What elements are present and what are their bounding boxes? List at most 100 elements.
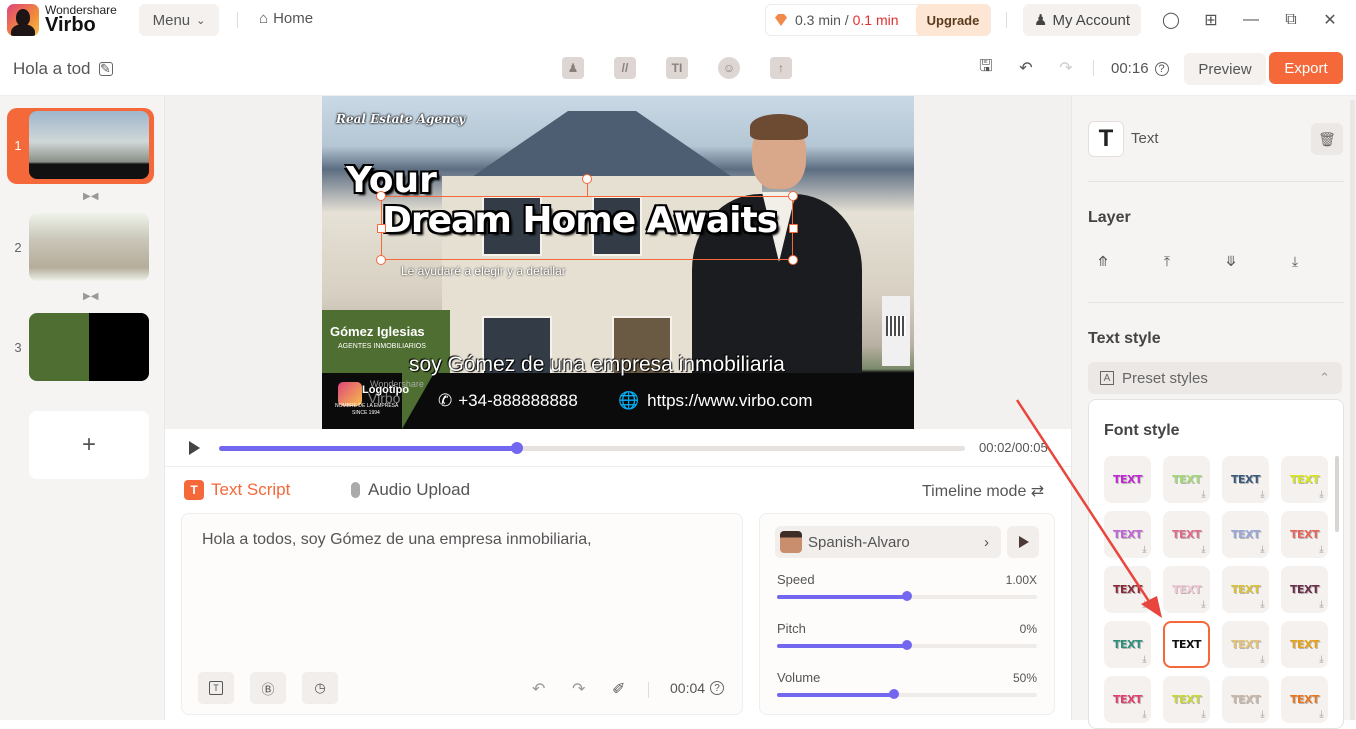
agency-label[interactable]: Real Estate Agency — [336, 112, 465, 126]
upload-icon[interactable]: ↑ — [770, 57, 792, 79]
tab-audio-upload[interactable]: Audio Upload — [351, 480, 470, 500]
insert-text-button[interactable]: T — [198, 672, 234, 704]
upgrade-button[interactable]: Upgrade — [916, 4, 990, 36]
font-style-tile[interactable]: TEXT ⤓ — [1222, 676, 1269, 723]
timeline-mode-toggle[interactable]: Timeline mode ⇄ — [922, 481, 1044, 501]
script-text[interactable]: Hola a todos, soy Gómez de una empresa i… — [202, 531, 592, 549]
font-style-tile[interactable]: TEXT ⤓ — [1163, 456, 1210, 503]
selection-box[interactable] — [381, 196, 793, 260]
text-icon[interactable]: TI — [666, 57, 688, 79]
pitch-slider[interactable] — [777, 640, 1037, 650]
font-style-tile[interactable]: TEXT ⤓ — [1104, 566, 1151, 613]
script-duration-value: 00:04 — [670, 680, 706, 696]
play-icon[interactable] — [189, 441, 200, 455]
rotate-handle[interactable] — [582, 174, 592, 184]
font-style-tile[interactable]: TEXT ⤓ — [1163, 566, 1210, 613]
slide-item-3[interactable]: 3 — [7, 310, 154, 386]
slider-knob[interactable] — [902, 591, 912, 601]
redo-icon[interactable]: ↷ — [1056, 58, 1076, 78]
font-style-tile[interactable]: TEXT ⤓ — [1222, 456, 1269, 503]
progress-knob[interactable] — [511, 442, 524, 454]
speed-slider[interactable] — [777, 591, 1037, 601]
undo-icon[interactable]: ↶ — [1016, 58, 1036, 78]
volume-slider[interactable] — [777, 689, 1037, 699]
bring-to-front-icon[interactable]: ⤒ — [1158, 252, 1176, 270]
voice-selector[interactable]: Spanish-Alvaro › — [775, 526, 1001, 558]
phone-contact[interactable]: ✆ +34-888888888 — [438, 391, 578, 411]
font-style-tile[interactable]: TEXT ⤓ — [1281, 456, 1328, 503]
my-account-button[interactable]: ♟ My Account — [1023, 4, 1141, 36]
resize-handle-left[interactable] — [377, 224, 386, 233]
support-headset-icon[interactable]: ◯ — [1161, 10, 1181, 30]
font-style-tile[interactable]: TEXT ⤓ — [1104, 511, 1151, 558]
font-style-tile[interactable]: TEXT ⤓ — [1222, 511, 1269, 558]
project-title[interactable]: Hola a tod ✎ — [13, 59, 113, 79]
minimize-icon[interactable]: — — [1241, 10, 1261, 30]
script-editor[interactable]: Hola a todos, soy Gómez de una empresa i… — [181, 513, 743, 715]
headline-line1[interactable]: Your — [346, 160, 437, 201]
font-style-tile[interactable]: TEXT ⤓ — [1281, 566, 1328, 613]
send-backward-icon[interactable]: ⤋ — [1222, 252, 1240, 270]
font-style-tile[interactable]: TEXT ⤓ — [1104, 676, 1151, 723]
resize-handle-top-left[interactable] — [376, 191, 386, 201]
maximize-icon[interactable]: ⧉ — [1281, 10, 1301, 30]
resize-handle-top-right[interactable] — [788, 191, 798, 201]
divider — [237, 12, 238, 28]
tab-text-script[interactable]: T Text Script — [184, 480, 290, 500]
avatar-icon[interactable]: ♟ — [562, 57, 584, 79]
clear-brush-icon[interactable]: ✐ — [612, 679, 625, 699]
export-button[interactable]: Export — [1269, 52, 1343, 84]
font-style-tile[interactable]: TEXT ⤓ — [1281, 621, 1328, 668]
subtitle-caption[interactable]: soy Gómez de una empresa inmobiliaria — [409, 353, 785, 377]
video-canvas[interactable]: Real Estate Agency Your Dream Home Await… — [322, 96, 914, 429]
delete-button[interactable]: 🗑 — [1311, 123, 1343, 155]
slide-item-2[interactable]: 2 — [7, 210, 154, 286]
redo-icon[interactable]: ↷ — [572, 679, 585, 699]
close-icon[interactable]: ✕ — [1320, 10, 1340, 30]
transition-icon[interactable]: ▶◀ — [83, 191, 98, 202]
divider — [1088, 181, 1344, 182]
font-style-tile[interactable]: TEXT — [1104, 456, 1151, 503]
voice-preview-play-button[interactable] — [1007, 526, 1039, 558]
background-icon[interactable]: // — [614, 57, 636, 79]
font-style-tile[interactable]: TEXT ⤓ — [1163, 511, 1210, 558]
font-style-tile[interactable]: TEXT ⤓ — [1281, 676, 1328, 723]
preview-button[interactable]: Preview — [1184, 53, 1266, 85]
resize-handle-right[interactable] — [789, 224, 798, 233]
resize-handle-bottom-right[interactable] — [788, 255, 798, 265]
save-icon[interactable]: 🖫 — [976, 58, 996, 78]
slide-item-1[interactable]: 1 — [7, 108, 154, 184]
font-style-tile[interactable]: TEXT ⤓ — [1281, 511, 1328, 558]
menu-button[interactable]: Menu ⌄ — [139, 4, 219, 36]
resize-handle-bottom-left[interactable] — [376, 255, 386, 265]
edit-icon[interactable]: ✎ — [98, 61, 113, 76]
font-style-scrollbar[interactable] — [1335, 456, 1339, 532]
bring-forward-icon[interactable]: ⤊ — [1094, 252, 1112, 270]
slider-knob[interactable] — [902, 640, 912, 650]
font-style-sample: TEXT — [1230, 528, 1261, 541]
font-style-tile[interactable]: TEXT ⤓ — [1222, 621, 1269, 668]
slider-fill — [777, 693, 894, 697]
font-style-tile[interactable]: TEXT ⤓ — [1104, 621, 1151, 668]
sticker-icon[interactable]: ☺ — [718, 57, 740, 79]
font-style-tile[interactable]: TEXT ⤓ — [1163, 676, 1210, 723]
download-icon: ⤓ — [1201, 490, 1206, 500]
apps-grid-icon[interactable]: ⊞ — [1201, 10, 1221, 30]
preset-styles-dropdown[interactable]: A Preset styles ⌃ — [1088, 362, 1342, 394]
transition-icon[interactable]: ▶◀ — [83, 291, 98, 302]
font-style-tile[interactable]: TEXT — [1163, 621, 1210, 668]
send-to-back-icon[interactable]: ⤓ — [1286, 252, 1304, 270]
slider-knob[interactable] — [889, 689, 899, 699]
help-icon[interactable]: ? — [1154, 61, 1169, 76]
home-button[interactable]: ⌂ Home — [259, 10, 313, 27]
font-style-tile[interactable]: TEXT ⤓ — [1222, 566, 1269, 613]
help-icon[interactable]: ? — [710, 681, 725, 695]
progress-track[interactable] — [219, 442, 965, 454]
website-contact[interactable]: 🌐 https://www.virbo.com — [618, 391, 813, 411]
add-slide-button[interactable]: + — [29, 411, 149, 479]
undo-icon[interactable]: ↶ — [532, 679, 545, 699]
pause-button[interactable]: ◷ — [302, 672, 338, 704]
subtitle-text[interactable]: Le ayudaré a elegir y a detallar — [401, 264, 566, 278]
pronunciation-button[interactable]: Ⓑ — [250, 672, 286, 704]
panel-scrollbar[interactable] — [1350, 100, 1355, 720]
